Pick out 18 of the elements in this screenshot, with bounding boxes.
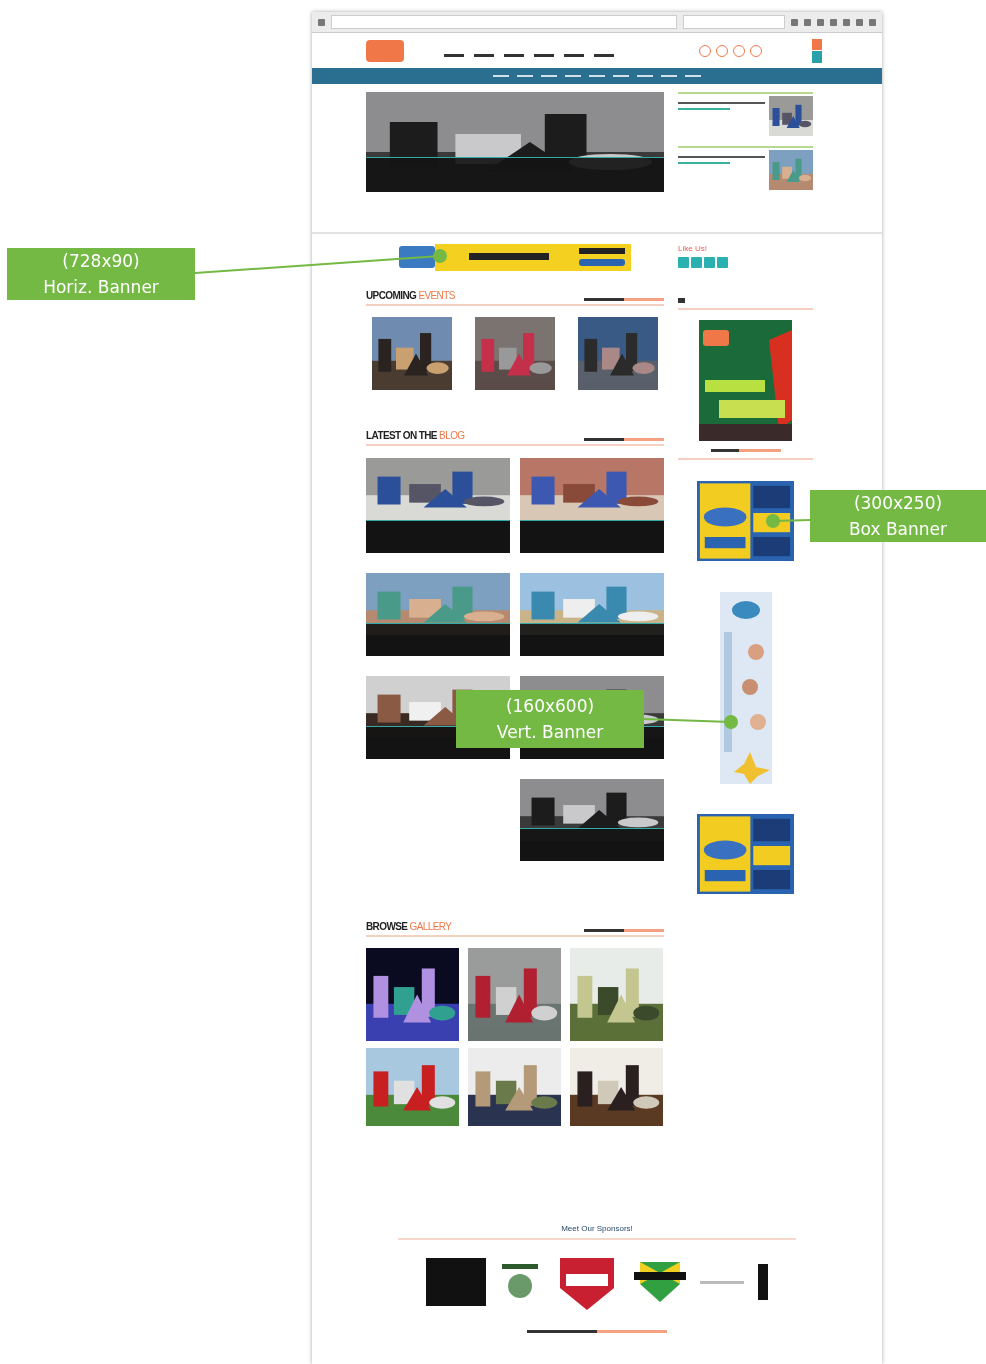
social-icon[interactable] — [717, 257, 728, 268]
sidebar-heading: Like Us! — [678, 244, 707, 253]
social-icon[interactable] — [704, 257, 715, 268]
leader-line — [766, 514, 811, 528]
logo-icon[interactable] — [366, 39, 404, 62]
social-icon[interactable] — [678, 257, 689, 268]
section-heading: BROWSE GALLERY — [366, 921, 452, 932]
callout-tooltip: (728x90) Horiz. Banner — [7, 248, 195, 300]
address-bar[interactable] — [331, 15, 677, 29]
callout-tooltip: (300x250) Box Banner — [810, 490, 986, 542]
social-icon[interactable] — [691, 257, 702, 268]
callout-tooltip: (160x600) Vert. Banner — [456, 690, 644, 748]
search-field[interactable] — [683, 15, 785, 29]
banner-ad[interactable] — [399, 244, 631, 271]
section-heading: LATEST ON THE BLOG — [366, 430, 465, 441]
magazine-cover[interactable] — [699, 320, 792, 441]
sponsors-heading: Meet Our Sponsors! — [561, 1224, 633, 1233]
section-heading: UPCOMING EVENTS — [366, 290, 455, 301]
